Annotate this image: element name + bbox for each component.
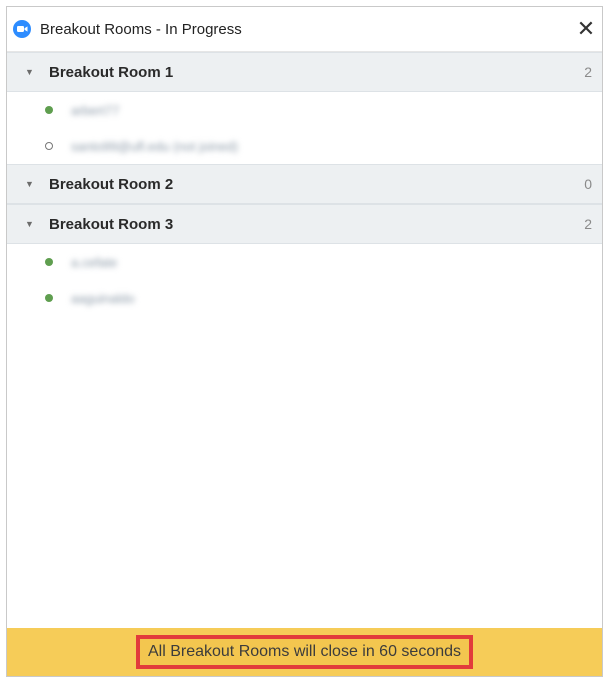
window-title: Breakout Rooms - In Progress	[40, 20, 242, 38]
title-bar: Breakout Rooms - In Progress ✕	[7, 7, 602, 52]
room-participant-count: 2	[584, 64, 592, 80]
room-header[interactable]: ▼ Breakout Room 3 2	[7, 204, 602, 244]
participant-name: a.cefate	[71, 254, 118, 270]
participant-name: arbert77	[71, 102, 120, 118]
participant-name: aaguinaldo	[71, 290, 135, 306]
chevron-down-icon[interactable]: ▼	[25, 219, 35, 229]
participant-name: santo99@ufl.edu (not joined)	[71, 138, 239, 154]
zoom-icon	[12, 19, 32, 39]
status-footer: All Breakout Rooms will close in 60 seco…	[7, 628, 602, 676]
chevron-down-icon[interactable]: ▼	[25, 67, 35, 77]
not-joined-status-icon	[45, 142, 53, 150]
countdown-message: All Breakout Rooms will close in 60 seco…	[135, 635, 474, 669]
joined-status-icon	[45, 294, 53, 302]
participant-row[interactable]: santo99@ufl.edu (not joined)	[7, 128, 602, 164]
rooms-list: ▼ Breakout Room 1 2 arbert77 santo99@ufl.edu…	[7, 52, 602, 316]
room-header[interactable]: ▼ Breakout Room 1 2	[7, 52, 602, 92]
room-participant-count: 0	[584, 176, 592, 192]
room-name: Breakout Room 1	[49, 63, 174, 81]
close-icon: ✕	[576, 16, 596, 41]
breakout-rooms-window: Breakout Rooms - In Progress ✕ ▼ Breakout…	[6, 6, 603, 677]
participant-row[interactable]: aaguinaldo	[7, 280, 602, 316]
joined-status-icon	[45, 258, 53, 266]
close-button[interactable]: ✕	[574, 15, 598, 43]
room-participant-count: 2	[584, 216, 592, 232]
participant-row[interactable]: arbert77	[7, 92, 602, 128]
room-name: Breakout Room 3	[49, 215, 174, 233]
room-name: Breakout Room 2	[49, 175, 174, 193]
chevron-down-icon[interactable]: ▼	[25, 179, 35, 189]
room-header[interactable]: ▼ Breakout Room 2 0	[7, 164, 602, 204]
participant-row[interactable]: a.cefate	[7, 244, 602, 280]
joined-status-icon	[45, 106, 53, 114]
